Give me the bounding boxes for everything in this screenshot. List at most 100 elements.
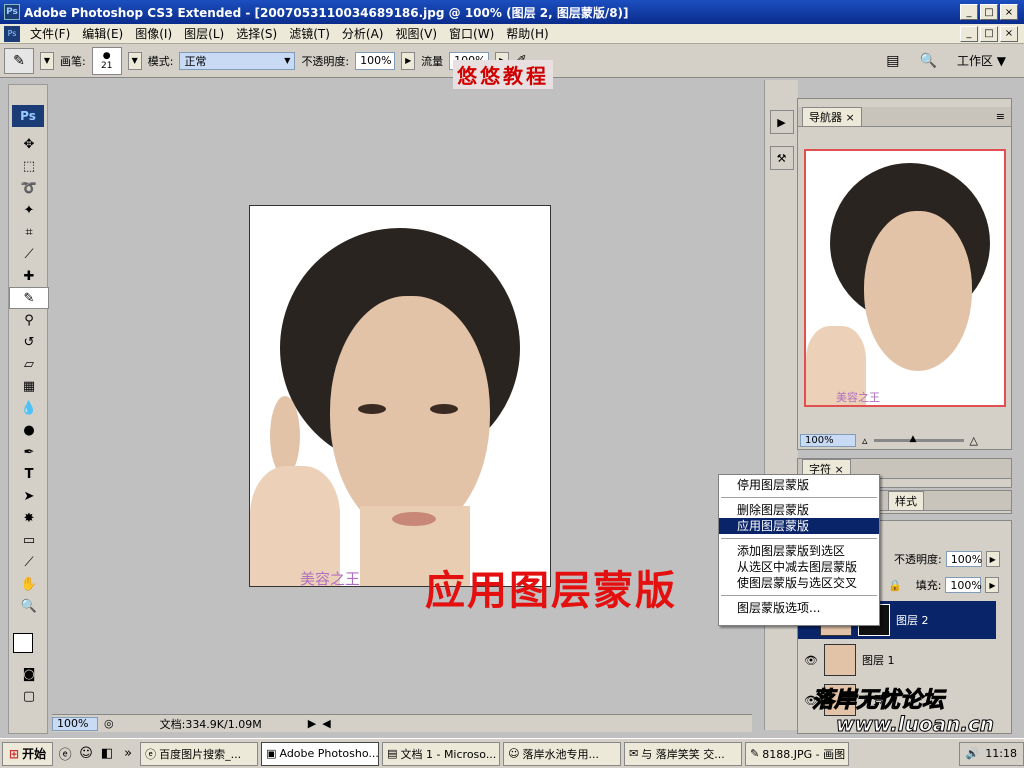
eraser-icon[interactable]: ▱ [9,353,49,375]
panel-menu-icon[interactable]: ≡ [996,110,1005,123]
crop-icon[interactable]: ⌗ [9,221,49,243]
chevron-down-icon[interactable]: ▼ [127,51,142,70]
marquee-icon[interactable]: ⬚ [9,155,49,177]
minimize-button[interactable]: _ [960,4,978,20]
notes-icon[interactable]: ▭ [9,529,49,551]
menu-help[interactable]: 帮助(H) [500,25,554,42]
magic-wand-icon[interactable]: ✦ [9,199,49,221]
menu-item-subtract-mask[interactable]: 从选区中减去图层蒙版 [719,559,879,575]
taskbar-item-baidu[interactable]: ⓔ 百度图片搜索_... [140,741,259,766]
mode-select[interactable]: 正常 ▼ [179,51,296,70]
taskbar-item-qq-chat[interactable]: ☺ 落岸水池专用... [503,741,622,766]
gradient-icon[interactable]: ▦ [9,375,49,397]
desktop-icon[interactable]: ◧ [98,745,116,763]
layers-fill-input[interactable]: 100% [945,577,982,593]
brush-picker[interactable]: ● 21 [91,46,122,75]
document-canvas[interactable] [249,205,551,587]
mode-label: 模式: [147,54,174,68]
menu-item-disable-mask[interactable]: 停用图层蒙版 [719,477,879,493]
eyedropper-icon[interactable]: ⟋ [9,551,49,573]
layer-name: 图层 2 [896,614,929,627]
status-menu-arrow[interactable]: ▶ [308,717,316,730]
status-info-icon[interactable]: ◎ [104,717,114,730]
volume-icon[interactable]: 🔊 [966,747,980,760]
healing-icon[interactable]: ✚ [9,265,49,287]
zoom-icon[interactable]: 🔍 [9,595,49,617]
zoom-slider-thumb[interactable]: ▲ [910,434,917,444]
chevron-right-icon[interactable]: ▶ [985,577,1000,593]
foreground-color[interactable] [13,633,33,653]
taskbar-item-paint[interactable]: ✎ 8188.JPG - 画图 [745,741,850,766]
qq-icon[interactable]: ☺ [77,745,95,763]
clone-stamp-icon[interactable]: ⚲ [9,309,49,331]
screen-mode-icon[interactable]: ▢ [9,685,49,707]
color-swatches[interactable] [9,623,47,663]
styles-tab[interactable]: 样式 [888,491,924,510]
dodge-icon[interactable]: ● [9,419,49,441]
quick-mask-icon[interactable]: ◙ [9,663,49,685]
workspace-menu[interactable]: 工作区 ▼ [957,52,1006,69]
layer-name: 图层 1 [861,654,895,667]
zoom-field[interactable]: 100% [52,716,98,731]
history-brush-icon[interactable]: ↺ [9,331,49,353]
bridge-icon[interactable]: 🔍 [920,53,937,69]
tool-presets-icon[interactable]: ⚒ [769,146,794,170]
shape-icon[interactable]: ✸ [9,507,49,529]
hand-icon[interactable]: ✋ [9,573,49,595]
brush-preset-icon[interactable]: ✎ [4,47,34,74]
menu-layer[interactable]: 图层(L) [178,25,230,42]
blur-icon[interactable]: 💧 [9,397,49,419]
close-icon[interactable]: × [846,111,855,124]
opacity-input[interactable]: 100% [355,51,396,70]
slice-icon[interactable]: ⟋ [9,243,49,265]
menu-filter[interactable]: 滤镜(T) [283,25,336,42]
doc-close-button[interactable]: × [1000,25,1018,42]
menu-image[interactable]: 图像(I) [129,25,178,42]
menu-edit[interactable]: 编辑(E) [76,25,129,42]
menu-item-intersect-mask[interactable]: 使图层蒙版与选区交叉 [719,575,879,591]
layer-thumbnail [823,644,856,676]
brush-icon[interactable]: ✎ [9,287,49,309]
start-button[interactable]: ⊞ 开始 [2,741,54,766]
menu-item-mask-options[interactable]: 图层蒙版选项... [719,600,879,616]
layer-row-1[interactable]: 👁 图层 1 [798,641,996,679]
close-button[interactable]: × [1000,4,1018,20]
actions-icon[interactable]: ▶ [769,110,794,134]
maximize-button[interactable]: □ [980,4,998,20]
lasso-icon[interactable]: ➰ [9,177,49,199]
path-select-icon[interactable]: ➤ [9,485,49,507]
chevron-down-icon[interactable]: ▼ [40,51,54,70]
palette-well-icon[interactable]: ▤ [886,53,899,69]
apply-layer-mask-caption: 应用图层蒙版 [425,568,677,614]
taskbar-item-word[interactable]: ▤ 文档 1 - Microso... [382,741,501,766]
navigator-zoom-field[interactable]: 100% [800,433,856,447]
menu-file[interactable]: 文件(F) [24,25,76,42]
zoom-slider[interactable]: ▲ [873,434,964,444]
lock-icon[interactable]: 🔒 [888,579,902,592]
menu-item-delete-mask[interactable]: 删除图层蒙版 [719,502,879,518]
menu-item-apply-mask[interactable]: 应用图层蒙版 [719,518,879,534]
taskbar-item-photoshop[interactable]: ▣ Adobe Photosho... [261,741,380,766]
navigator-tab[interactable]: 导航器 × [802,107,862,126]
navigator-thumbnail[interactable]: 美容之王 [804,149,1006,407]
chevron-right-icon[interactable]: ▶ [401,51,416,70]
menu-view[interactable]: 视图(V) [389,25,443,42]
zoom-out-icon[interactable]: ▵ [862,434,868,447]
taskbar-item-chat[interactable]: ✉ 与 落岸笑笑 交... [624,741,743,766]
chevron-more-icon[interactable]: » [119,745,137,763]
type-icon[interactable]: T [9,463,49,485]
zoom-in-icon[interactable]: △ [970,434,978,447]
scroll-left-arrow[interactable]: ◀ [322,717,330,730]
ie-icon[interactable]: ⓔ [56,745,74,763]
eye-icon[interactable]: 👁 [804,654,818,667]
layers-opacity-input[interactable]: 100% [945,551,982,567]
chevron-right-icon[interactable]: ▶ [985,551,1000,567]
menu-window[interactable]: 窗口(W) [443,25,500,42]
doc-restore-button[interactable]: □ [980,25,998,42]
menu-select[interactable]: 选择(S) [230,25,283,42]
menu-analysis[interactable]: 分析(A) [336,25,390,42]
move-icon[interactable]: ✥ [9,133,49,155]
menu-item-add-mask-to-selection[interactable]: 添加图层蒙版到选区 [719,543,879,559]
doc-minimize-button[interactable]: _ [960,25,978,42]
pen-icon[interactable]: ✒ [9,441,49,463]
